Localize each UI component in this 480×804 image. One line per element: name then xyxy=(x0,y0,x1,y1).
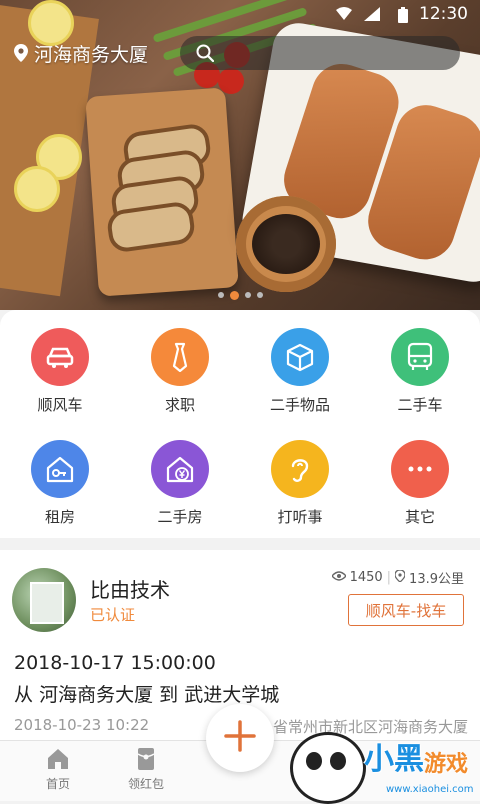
eye-icon xyxy=(330,570,347,585)
category-other[interactable]: 其它 xyxy=(360,426,480,536)
tab-label: 首页 xyxy=(45,777,70,791)
category-used-cars[interactable]: 二手车 xyxy=(360,314,480,424)
route: 从 河海商务大厦 到 武进大学城 xyxy=(14,680,279,707)
category-inquire[interactable]: 打听事 xyxy=(240,426,360,536)
category-label: 二手房 xyxy=(157,508,203,526)
ear-icon xyxy=(271,440,329,498)
search-bar[interactable] xyxy=(180,36,460,70)
watermark-brand: 小黑 xyxy=(364,742,424,777)
route-to: 武进大学城 xyxy=(184,684,280,706)
category-label: 二手车 xyxy=(397,396,443,414)
location-label: 河海商务大厦 xyxy=(34,43,149,66)
signal-icon xyxy=(364,7,380,25)
location-selector[interactable]: 河海商务大厦 xyxy=(14,36,148,70)
avatar[interactable] xyxy=(12,568,76,632)
more-icon xyxy=(391,440,449,498)
carousel-dot xyxy=(256,292,263,298)
watermark-url: www.xiaohei.com xyxy=(386,784,474,795)
tie-icon xyxy=(151,328,209,386)
category-rent[interactable]: 租房 xyxy=(0,426,120,536)
category-rideshare[interactable]: 顺风车 xyxy=(0,314,120,424)
route-to-prefix: 到 xyxy=(159,684,179,706)
tab-home[interactable]: 首页 xyxy=(28,747,88,792)
route-from-prefix: 从 xyxy=(14,684,34,706)
verified-badge: 已认证 xyxy=(90,606,136,624)
publish-time: 2018-10-23 10:22 xyxy=(14,716,150,734)
home-icon xyxy=(46,747,70,771)
tab-red-envelope[interactable]: 领红包 xyxy=(116,747,176,792)
category-label: 打听事 xyxy=(277,508,323,526)
panda-logo xyxy=(290,732,366,804)
distance: 13.9公里 xyxy=(409,572,464,587)
category-label: 租房 xyxy=(44,508,75,526)
house-yen-icon xyxy=(151,440,209,498)
post-stats: 1450 | 13.9公里 xyxy=(330,568,464,587)
search-icon xyxy=(196,44,215,63)
house-key-icon xyxy=(31,440,89,498)
red-envelope-icon xyxy=(134,747,158,771)
status-bar: 12:30 xyxy=(0,0,480,28)
carousel-dot xyxy=(244,292,251,298)
bus-icon xyxy=(391,328,449,386)
box-icon xyxy=(271,328,329,386)
category-label: 顺风车 xyxy=(37,396,83,414)
plus-icon xyxy=(223,719,257,757)
post-username: 比由技术 xyxy=(90,578,170,602)
watermark: 小黑 游戏 www.xiaohei.com xyxy=(290,726,480,804)
tab-label: 领红包 xyxy=(127,777,164,791)
departure-time: 2018-10-17 15:00:00 xyxy=(14,652,216,674)
category-used-goods[interactable]: 二手物品 xyxy=(240,314,360,424)
carousel-dot-active xyxy=(229,291,239,300)
watermark-brand-2: 游戏 xyxy=(424,752,469,777)
battery-icon xyxy=(398,7,408,27)
carousel-indicator xyxy=(0,291,480,300)
category-grid: 顺风车 求职 二手物品 二手车 租房 二手房 打听事 其它 xyxy=(0,310,480,538)
post-category-tag[interactable]: 顺风车-找车 xyxy=(348,594,464,626)
status-time: 12:30 xyxy=(419,4,468,24)
wifi-icon xyxy=(336,7,352,25)
location-pin-icon xyxy=(14,44,28,62)
route-from: 河海商务大厦 xyxy=(39,684,154,706)
category-jobs[interactable]: 求职 xyxy=(120,314,240,424)
category-label: 二手物品 xyxy=(269,396,330,414)
carousel-dot xyxy=(217,292,224,298)
category-second-hand-house[interactable]: 二手房 xyxy=(120,426,240,536)
location-pin-icon xyxy=(394,568,406,586)
car-icon xyxy=(31,328,89,386)
category-label: 其它 xyxy=(404,508,435,526)
view-count: 1450 xyxy=(349,570,383,585)
category-label: 求职 xyxy=(164,396,195,414)
add-post-button[interactable] xyxy=(206,704,274,772)
